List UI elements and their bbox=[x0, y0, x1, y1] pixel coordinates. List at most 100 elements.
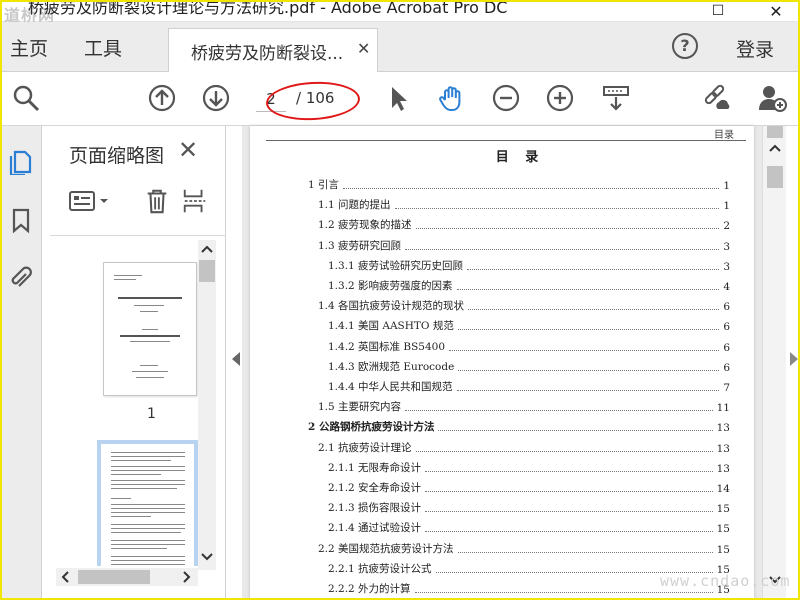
toc-entry-title: 1.2 疲劳现象的描述 bbox=[318, 219, 412, 232]
toc-leader-dots bbox=[467, 268, 720, 270]
delete-icon[interactable] bbox=[140, 186, 174, 216]
toc-entry[interactable]: 1.3.2 影响疲劳强度的因素 4 bbox=[328, 273, 730, 293]
scrollbar-top-segment bbox=[767, 126, 783, 138]
toc-entry[interactable]: 1.1 问题的提出 1 bbox=[318, 192, 730, 212]
add-user-icon[interactable] bbox=[756, 82, 788, 114]
toc-entry-page: 13 bbox=[716, 422, 730, 435]
toc-leader-dots bbox=[425, 531, 713, 533]
thumbnails-vertical-scrollbar[interactable] bbox=[198, 240, 216, 570]
toc-leader-dots bbox=[438, 430, 713, 432]
toc-entry-title: 2.1.3 损伤容限设计 bbox=[328, 502, 422, 515]
toc-leader-dots bbox=[414, 592, 713, 593]
fit-page-icon[interactable] bbox=[600, 82, 632, 114]
toc-entry-page: 3 bbox=[723, 240, 730, 253]
toc-entry[interactable]: 2.2 美国规范抗疲劳设计方法 15 bbox=[318, 536, 730, 556]
thumbnail-page-number: 1 bbox=[147, 406, 156, 422]
toc-entry-page: 6 bbox=[723, 321, 730, 334]
toc-leader-dots bbox=[394, 208, 720, 210]
toc-entry-title: 2.2.1 抗疲劳设计公式 bbox=[328, 562, 432, 575]
toc-entry-title: 1.4.2 英国标准 BS5400 bbox=[328, 340, 446, 353]
toc-entry[interactable]: 2.1 抗疲劳设计理论 13 bbox=[318, 435, 730, 455]
thumbnails-tools bbox=[66, 182, 226, 222]
toc-entry-title: 2.1 抗疲劳设计理论 bbox=[318, 441, 412, 454]
toc-entry-page: 13 bbox=[716, 462, 730, 475]
toc-entry-page: 4 bbox=[723, 281, 730, 293]
zoom-in-icon[interactable] bbox=[544, 82, 576, 114]
document-tab[interactable]: 桥疲劳及防断裂设... ✕ bbox=[168, 28, 378, 72]
toc-entry-page: 13 bbox=[716, 442, 730, 455]
left-icon-rail bbox=[0, 126, 42, 600]
page-thumbnail-1[interactable] bbox=[103, 262, 197, 396]
toc-entry[interactable]: 1.4.2 英国标准 BS5400 6 bbox=[328, 334, 730, 354]
toc-entry[interactable]: 2.1.4 通过试验设计 15 bbox=[328, 515, 730, 535]
help-icon[interactable]: ? bbox=[672, 33, 698, 59]
maximize-button[interactable]: ☐ bbox=[698, 0, 738, 22]
collapse-panel-arrow-icon[interactable] bbox=[232, 352, 240, 366]
search-icon[interactable] bbox=[10, 82, 42, 114]
toc-entry-title: 1.4 各国抗疲劳设计规范的现状 bbox=[318, 300, 465, 313]
insert-page-icon[interactable] bbox=[180, 186, 210, 216]
tools-tab[interactable]: 工具 bbox=[84, 34, 122, 61]
current-page-input[interactable] bbox=[256, 86, 286, 112]
toc-entry[interactable]: 1.4 各国抗疲劳设计规范的现状 6 bbox=[318, 293, 730, 313]
page-thumbnails-icon[interactable] bbox=[7, 148, 35, 176]
document-tab-label: 桥疲劳及防断裂设... bbox=[191, 44, 344, 64]
home-tab[interactable]: 主页 bbox=[10, 34, 48, 61]
toc-entry[interactable]: 1.4.4 中华人民共和国规范 7 bbox=[328, 374, 730, 394]
page-up-icon[interactable] bbox=[146, 82, 178, 114]
toc-entry-title: 2.1.2 安全寿命设计 bbox=[328, 482, 422, 494]
toc-leader-dots bbox=[415, 228, 720, 230]
toc-leader-dots bbox=[449, 349, 720, 351]
toc-leader-dots bbox=[457, 551, 713, 553]
close-window-button[interactable]: ✕ bbox=[756, 0, 796, 22]
toc-entry-page: 7 bbox=[723, 382, 730, 394]
share-link-icon[interactable] bbox=[700, 82, 732, 114]
scrollbar-thumb[interactable] bbox=[767, 166, 783, 188]
toc-entry-page: 6 bbox=[723, 341, 730, 354]
toc-leader-dots bbox=[425, 511, 713, 513]
thumbnail-options-icon[interactable] bbox=[66, 186, 112, 216]
watermark-url: www.cndao.com bbox=[660, 572, 791, 590]
select-cursor-icon[interactable] bbox=[382, 82, 414, 114]
toc-leader-dots bbox=[458, 369, 720, 371]
toc-entry[interactable]: 1.5 主要研究内容 11 bbox=[318, 394, 730, 414]
toc-leader-dots bbox=[343, 188, 720, 189]
close-panel-icon[interactable]: ✕ bbox=[178, 136, 198, 164]
thumbnails-horizontal-scrollbar[interactable] bbox=[56, 568, 198, 586]
scroll-up-icon[interactable] bbox=[767, 142, 783, 154]
toc-entry-page: 11 bbox=[716, 402, 730, 415]
hand-tool-icon[interactable] bbox=[436, 82, 468, 114]
toc-entry[interactable]: 1.4.3 欧洲规范 Eurocode 6 bbox=[328, 354, 730, 374]
toc-entry[interactable]: 2.1.3 损伤容限设计 15 bbox=[328, 495, 730, 515]
toc-entry[interactable]: 2 公路钢桥抗疲劳设计方法 13 bbox=[308, 414, 730, 434]
toc-entry[interactable]: 1.4.1 美国 AASHTO 规范 6 bbox=[328, 313, 730, 333]
toc-leader-dots bbox=[456, 289, 720, 290]
toc-entry[interactable]: 1 引言 1 bbox=[308, 172, 730, 192]
toc-entry-page: 2 bbox=[723, 220, 730, 233]
toc-leader-dots bbox=[405, 410, 713, 412]
attachment-icon[interactable] bbox=[7, 264, 35, 292]
header-rule bbox=[266, 140, 746, 141]
tab-bar: 主页 工具 桥疲劳及防断裂设... ✕ ? 登录 bbox=[0, 22, 800, 72]
toc-entry-title: 2.2 美国规范抗疲劳设计方法 bbox=[318, 542, 454, 555]
document-vertical-scrollbar[interactable] bbox=[762, 126, 786, 600]
toc-entry[interactable]: 1.3.1 疲劳试验研究历史回顾 3 bbox=[328, 253, 730, 273]
expand-right-panel-arrow-icon[interactable] bbox=[790, 352, 798, 366]
toc-entry[interactable]: 2.1.1 无限寿命设计 13 bbox=[328, 455, 730, 475]
toc-entry-title: 1.4.4 中华人民共和国规范 bbox=[328, 381, 453, 393]
close-tab-icon[interactable]: ✕ bbox=[357, 39, 370, 58]
toc-entry[interactable]: 1.2 疲劳现象的描述 2 bbox=[318, 212, 730, 232]
toc-leader-dots bbox=[415, 450, 713, 452]
toc-entry-title: 1.3.1 疲劳试验研究历史回顾 bbox=[328, 259, 464, 272]
bookmark-icon[interactable] bbox=[7, 206, 35, 234]
page-down-icon[interactable] bbox=[200, 82, 232, 114]
toc-entry-page: 14 bbox=[716, 483, 730, 495]
toc-entry-title: 1.3 疲劳研究回顾 bbox=[318, 239, 402, 252]
running-header: 目录 bbox=[714, 130, 734, 141]
zoom-out-icon[interactable] bbox=[490, 82, 522, 114]
login-button[interactable]: 登录 bbox=[736, 35, 774, 62]
toc-entry-page: 3 bbox=[723, 260, 730, 273]
toc-entry[interactable]: 1.3 疲劳研究回顾 3 bbox=[318, 233, 730, 253]
page-thumbnail-2-selected[interactable] bbox=[97, 440, 198, 566]
toc-entry[interactable]: 2.1.2 安全寿命设计 14 bbox=[328, 475, 730, 495]
